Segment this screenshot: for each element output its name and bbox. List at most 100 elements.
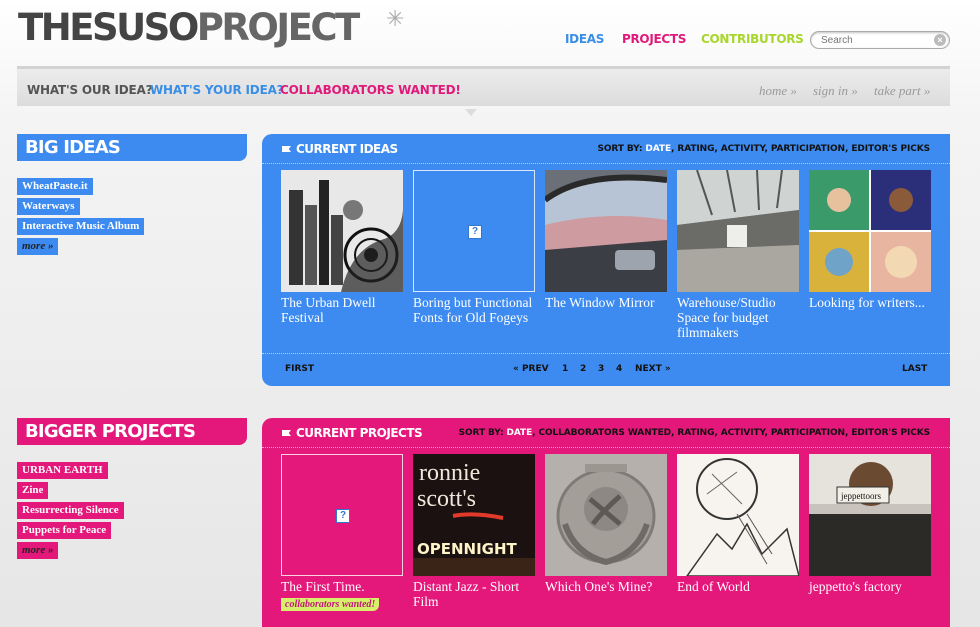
bigger-project-link[interactable]: Zine (17, 482, 49, 499)
thumbnail-placeholder[interactable]: ? (281, 454, 403, 576)
list-item[interactable]: more » (17, 540, 124, 560)
nav-ideas[interactable]: IDEAS (565, 32, 604, 46)
bigger-projects-list: URBAN EARTH Zine Resurrecting Silence Pu… (17, 460, 124, 560)
asterisk-icon: ✳ (386, 7, 405, 32)
bigger-project-link[interactable]: URBAN EARTH (17, 462, 108, 479)
collaborators-wanted-badge: collaborators wanted! (281, 598, 380, 611)
sort-rating[interactable]: RATING (677, 428, 714, 438)
sort-rating[interactable]: RATING (677, 144, 714, 154)
list-item[interactable]: Waterways (17, 196, 144, 216)
big-idea-link[interactable]: WheatPaste.it (17, 178, 93, 195)
project-title[interactable]: End of World (677, 579, 799, 594)
idea-card[interactable]: ? Boring but Functional Fonts for Old Fo… (413, 170, 535, 325)
pager-last[interactable]: LAST (902, 364, 927, 374)
sort-bar: SORT BY: DATE, COLLABORATORS WANTED, RAT… (458, 428, 930, 438)
whats-your-idea-link[interactable]: WHAT'S YOUR IDEA? (150, 83, 284, 97)
current-ideas-title: CURRENT IDEAS (282, 142, 398, 156)
list-item[interactable]: more » (17, 236, 144, 256)
sort-editors-picks[interactable]: EDITOR'S PICKS (851, 144, 930, 154)
project-card[interactable]: End of World (677, 454, 799, 594)
project-card[interactable]: ? The First Time. collaborators wanted! (281, 454, 403, 612)
project-card[interactable]: ronnie scott's OPENNIGHT Distant Jazz - … (413, 454, 535, 609)
missing-image-icon: ? (336, 509, 350, 523)
sign-in-link[interactable]: sign in » (813, 83, 858, 99)
project-title[interactable]: Distant Jazz - Short Film (413, 579, 535, 609)
thumbnail-placeholder[interactable]: ? (413, 170, 535, 292)
search-input[interactable] (821, 34, 936, 47)
thumbnail-image[interactable] (281, 170, 403, 292)
project-card[interactable]: jeppettoors jeppetto's factory (809, 454, 931, 594)
jeppetto-sign-text: jeppettoors (840, 491, 881, 501)
pager-page-1[interactable]: 1 (562, 364, 568, 374)
current-projects-panel: CURRENT PROJECTS SORT BY: DATE, COLLABOR… (262, 418, 950, 627)
sort-label: SORT BY: (597, 144, 643, 154)
list-item[interactable]: Zine (17, 480, 124, 500)
idea-title[interactable]: Looking for writers... (809, 295, 931, 310)
sort-editors-picks[interactable]: EDITOR'S PICKS (851, 428, 930, 438)
missing-image-icon: ? (468, 225, 482, 239)
list-item[interactable]: URBAN EARTH (17, 460, 124, 480)
panel-title-text: CURRENT PROJECTS (296, 426, 423, 440)
panel-header: CURRENT PROJECTS SORT BY: DATE, COLLABOR… (262, 418, 950, 448)
neon-text-line: scott's (417, 486, 476, 512)
idea-title[interactable]: The Window Mirror (545, 295, 667, 310)
idea-card[interactable]: The Window Mirror (545, 170, 667, 310)
project-title[interactable]: The First Time. (281, 579, 403, 594)
sort-activity[interactable]: ACTIVITY (721, 428, 765, 438)
list-item[interactable]: Resurrecting Silence (17, 500, 124, 520)
logo-part-suso: SUSO (91, 6, 199, 49)
site-logo[interactable]: THESUSOPROJECT ✳ (18, 6, 404, 49)
collaborators-wanted-link[interactable]: COLLABORATORS WANTED! (280, 83, 461, 97)
idea-card[interactable]: Warehouse/Studio Space for budget filmma… (677, 170, 799, 340)
big-idea-link[interactable]: Waterways (17, 198, 80, 215)
sort-date[interactable]: DATE (507, 428, 533, 438)
pager-prev[interactable]: « PREV (513, 364, 549, 374)
nav-contributors[interactable]: CONTRIBUTORS (701, 32, 804, 46)
list-item[interactable]: WheatPaste.it (17, 176, 144, 196)
big-idea-link[interactable]: Interactive Music Album (17, 218, 145, 235)
flag-icon (282, 146, 291, 152)
project-title[interactable]: jeppetto's factory (809, 579, 931, 594)
idea-title[interactable]: Boring but Functional Fonts for Old Foge… (413, 295, 535, 325)
sort-date[interactable]: DATE (645, 144, 671, 154)
thumbnail-image[interactable]: ronnie scott's OPENNIGHT (413, 454, 535, 576)
idea-title[interactable]: The Urban Dwell Festival (281, 295, 403, 325)
list-item[interactable]: Interactive Music Album (17, 216, 145, 236)
thumbnail-image[interactable] (677, 454, 799, 576)
project-title[interactable]: Which One's Mine? (545, 579, 667, 594)
bigger-project-link[interactable]: Resurrecting Silence (17, 502, 124, 519)
take-part-link[interactable]: take part » (874, 83, 930, 99)
pager-page-4[interactable]: 4 (616, 364, 622, 374)
pager-first[interactable]: FIRST (285, 364, 314, 374)
pager-page-2[interactable]: 2 (580, 364, 586, 374)
sort-activity[interactable]: ACTIVITY (721, 144, 765, 154)
clear-search-icon[interactable]: × (934, 34, 946, 46)
idea-card[interactable]: The Urban Dwell Festival (281, 170, 403, 325)
more-ideas-link[interactable]: more » (17, 238, 59, 255)
pager-page-3[interactable]: 3 (598, 364, 604, 374)
home-link[interactable]: home » (759, 83, 797, 99)
idea-card[interactable]: Looking for writers... (809, 170, 931, 310)
current-ideas-panel: CURRENT IDEAS SORT BY: DATE, RATING, ACT… (262, 134, 950, 386)
sort-label: SORT BY: (458, 428, 504, 438)
whats-our-idea-link[interactable]: WHAT'S OUR IDEA? (27, 83, 153, 97)
thumbnail-image[interactable] (545, 454, 667, 576)
thumbnail-image[interactable] (677, 170, 799, 292)
nav-projects[interactable]: PROJECTS (622, 32, 686, 46)
thumbnail-image[interactable] (809, 170, 931, 292)
bigger-projects-heading: BIGGER PROJECTS (17, 418, 247, 445)
bigger-project-link[interactable]: Puppets for Peace (17, 522, 112, 539)
sort-collaborators-wanted[interactable]: COLLABORATORS WANTED (538, 428, 671, 438)
sort-participation[interactable]: PARTICIPATION (771, 428, 845, 438)
idea-title[interactable]: Warehouse/Studio Space for budget filmma… (677, 295, 799, 340)
sort-participation[interactable]: PARTICIPATION (771, 144, 845, 154)
list-item[interactable]: Puppets for Peace (17, 520, 124, 540)
project-card[interactable]: Which One's Mine? (545, 454, 667, 594)
more-projects-link[interactable]: more » (17, 542, 59, 559)
thumbnail-image[interactable]: jeppettoors (809, 454, 931, 576)
logo-part-project: PROJECT (196, 6, 361, 49)
current-projects-title: CURRENT PROJECTS (282, 426, 423, 440)
thumbnail-image[interactable] (545, 170, 667, 292)
pager-next[interactable]: NEXT » (635, 364, 671, 374)
big-ideas-list: WheatPaste.it Waterways Interactive Musi… (17, 176, 145, 256)
